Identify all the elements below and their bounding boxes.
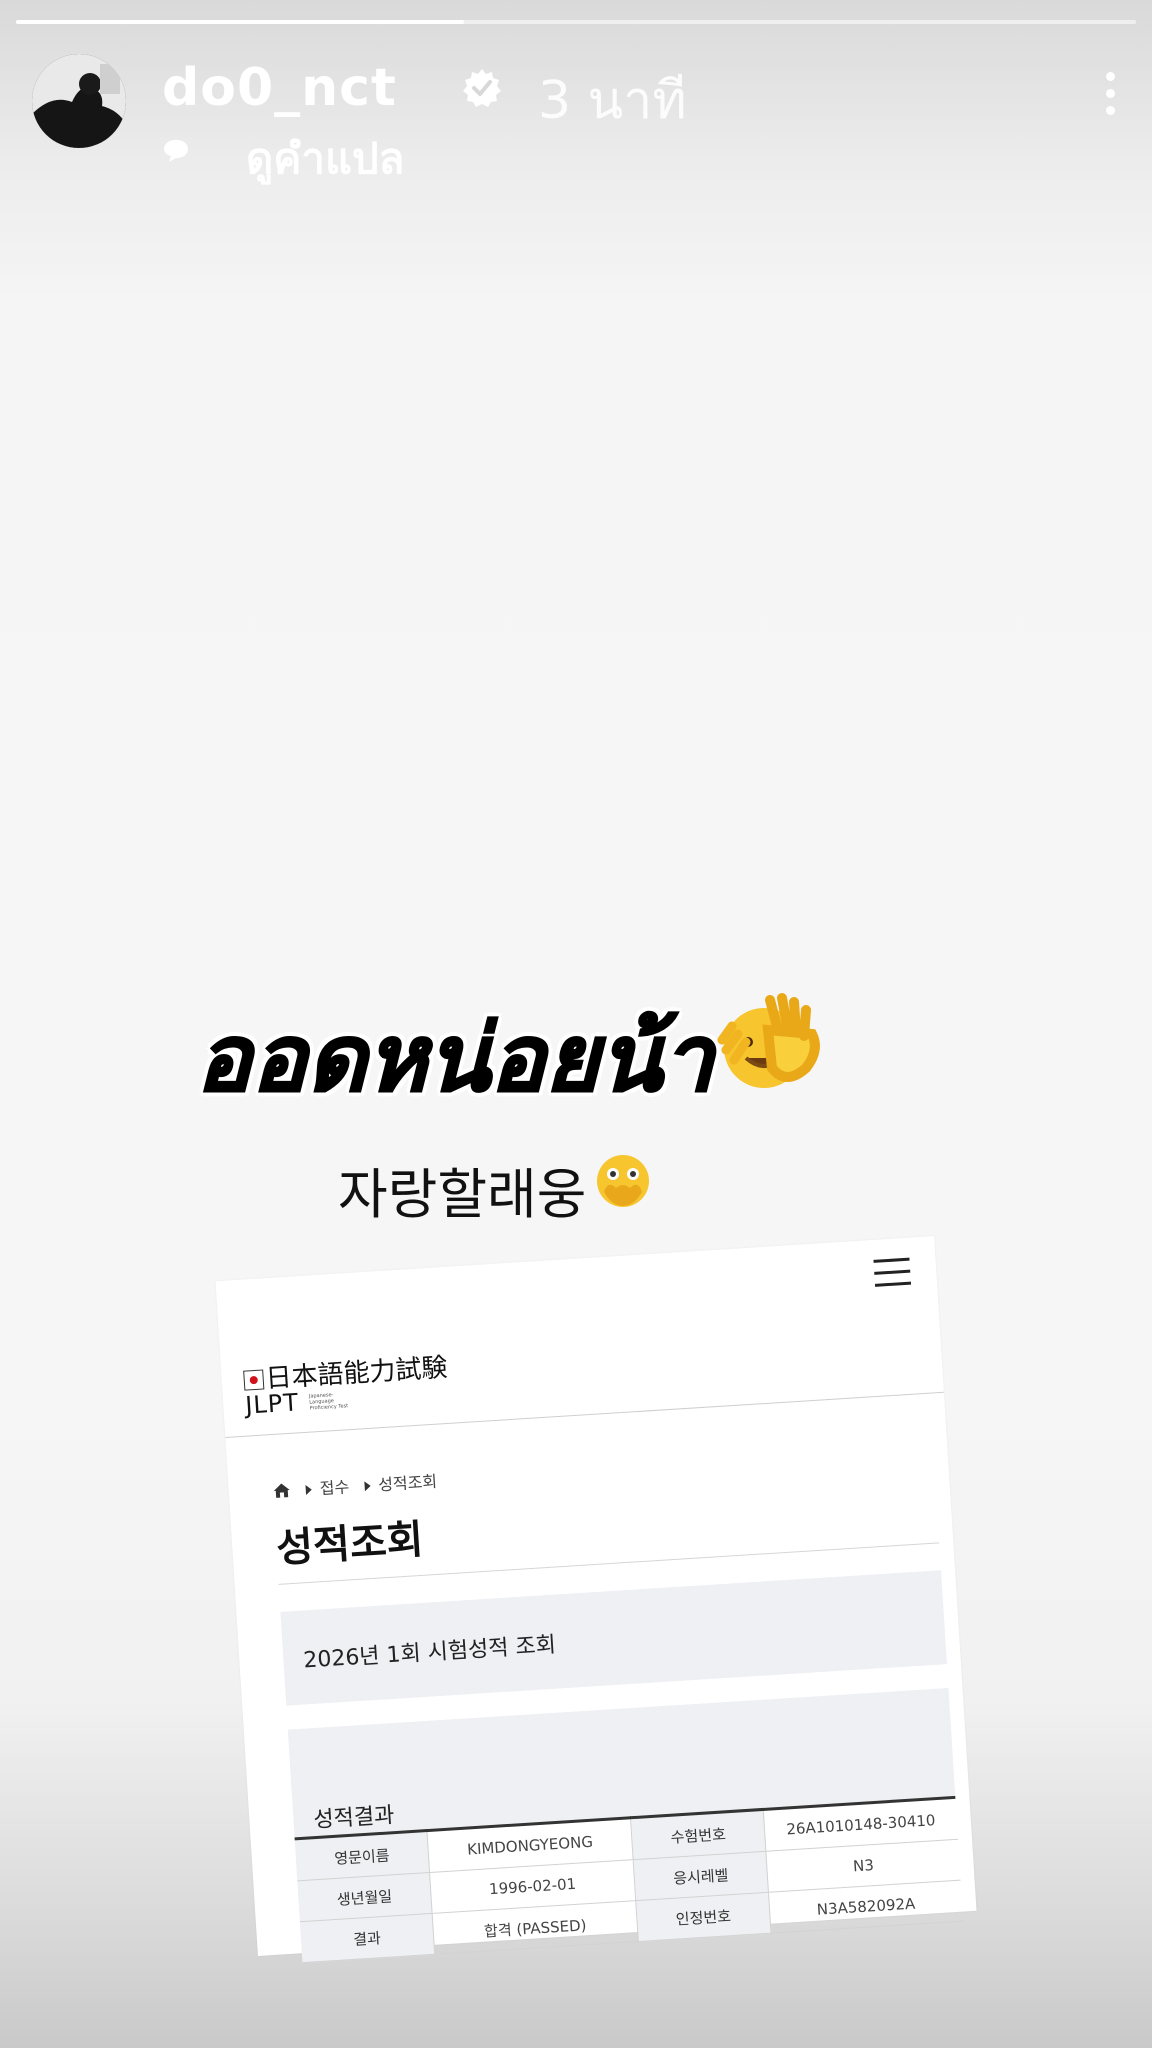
table-header-cell: 인정번호 xyxy=(635,1892,772,1942)
table-header-cell: 결과 xyxy=(299,1913,435,1963)
jlpt-logo-subtitle: Japanese-Language Proficiency Test xyxy=(308,1392,349,1412)
story-time: 3 นาที xyxy=(538,71,687,131)
avatar[interactable] xyxy=(32,54,126,148)
page-title: 성적조회 xyxy=(274,1516,425,1572)
more-vertical-icon[interactable] xyxy=(1100,72,1120,124)
see-translation-link[interactable]: ดูคำแปล xyxy=(246,126,404,192)
home-icon xyxy=(273,1483,290,1498)
hand-over-mouth-face-icon xyxy=(597,1155,649,1207)
caption-text: 자랑할래웅 xyxy=(338,1163,587,1226)
verified-badge-icon xyxy=(463,69,501,107)
exam-section-label: 2026년 1회 시험성적 조회 xyxy=(302,1632,557,1674)
breadcrumb: 접수 성적조회 xyxy=(272,1468,438,1502)
sticker-text: ออดหน่อยน้า xyxy=(195,1004,714,1113)
story-progress-bar xyxy=(16,20,1136,24)
exam-section-header: 2026년 1회 시험성적 조회 xyxy=(280,1570,947,1706)
story-progress-fill xyxy=(16,20,464,24)
jlpt-logo-text: JLPT xyxy=(244,1388,300,1420)
hamburger-menu-icon xyxy=(873,1257,912,1288)
jlpt-result-screenshot: 日本語能力試験 JLPT Japanese-Language Proficien… xyxy=(215,1236,977,1964)
story-header: do0_nct 3 นาที ดูคำแปล xyxy=(32,52,1120,183)
speech-bubble-icon[interactable] xyxy=(162,138,190,164)
breadcrumb-item: 성적조회 xyxy=(377,1471,438,1495)
face-with-peeking-eye-icon xyxy=(717,993,820,1088)
breadcrumb-item: 접수 xyxy=(319,1477,350,1499)
result-section-label: 성적결과 xyxy=(312,1803,396,1834)
username[interactable]: do0_nct xyxy=(162,58,397,118)
text-sticker: ออดหน่อยน้า xyxy=(195,984,836,1113)
